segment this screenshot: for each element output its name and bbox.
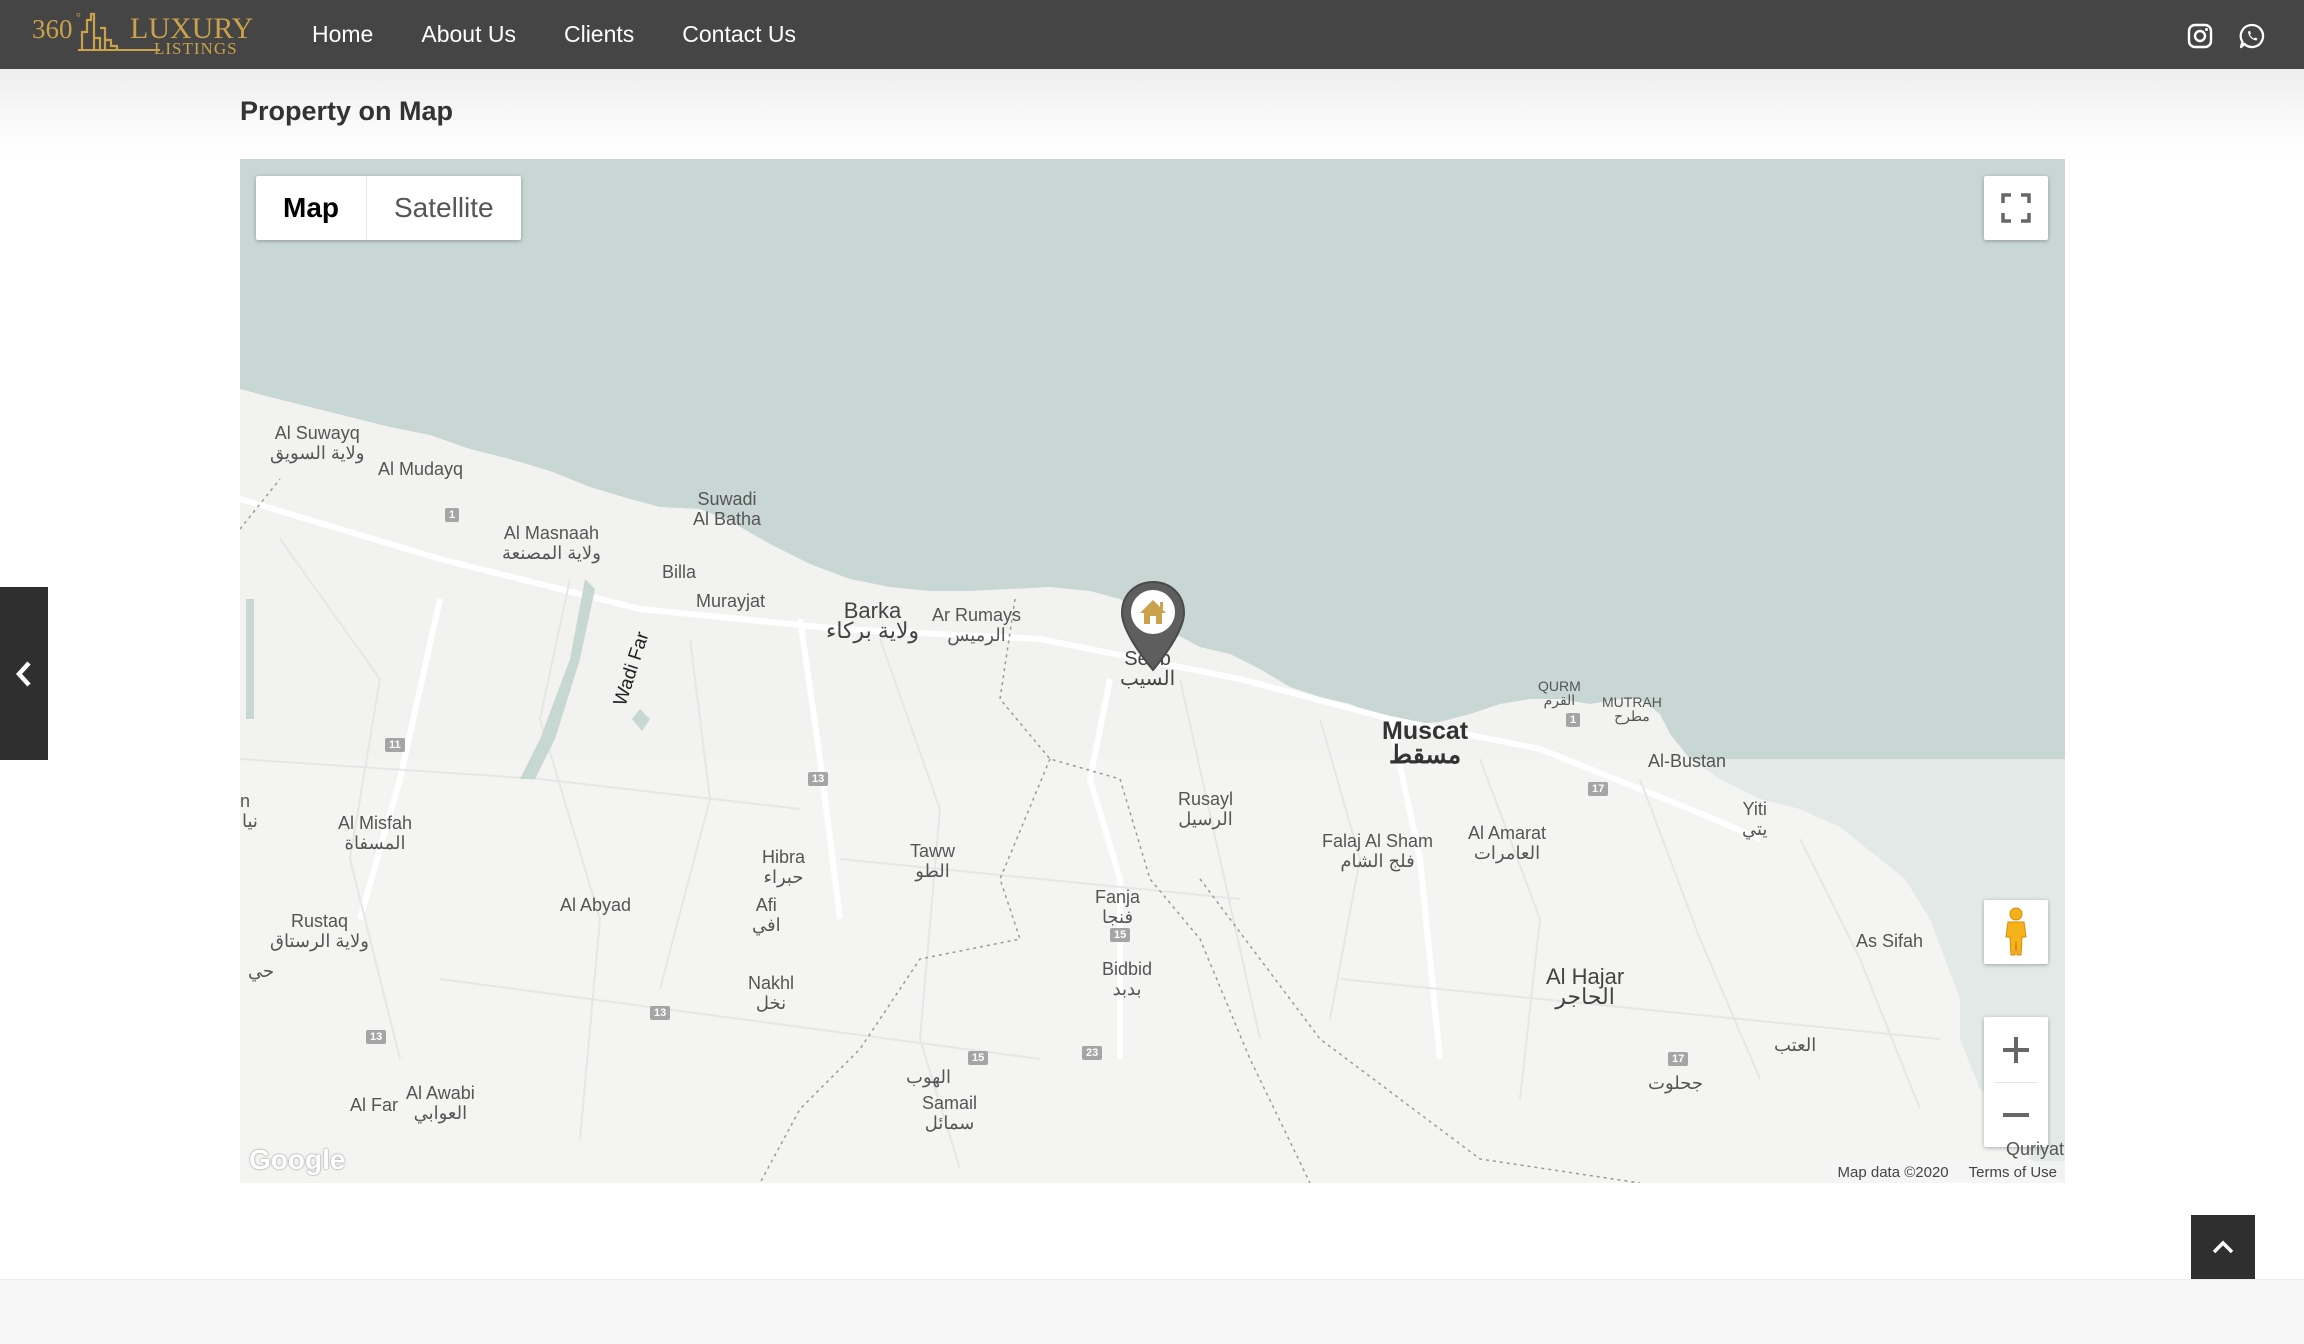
road-shield: 17 xyxy=(1588,782,1609,796)
road-shield: 1 xyxy=(445,508,460,522)
map-type-map-button[interactable]: Map xyxy=(256,176,366,240)
zoom-control xyxy=(1984,1017,2048,1147)
map-label: Barka ولاية بركاء xyxy=(826,598,919,643)
terms-of-use-link[interactable]: Terms of Use xyxy=(1969,1164,2057,1181)
map-label: Suwadi Al Batha xyxy=(693,489,762,529)
street-view-button[interactable] xyxy=(1984,900,2048,964)
map-label: Quriyat xyxy=(2006,1139,2065,1159)
map-label: Rusayl الرسيل xyxy=(1178,789,1234,829)
minus-icon xyxy=(2003,1112,2029,1117)
map-label: Billa xyxy=(662,562,697,582)
plus-icon xyxy=(2003,1036,2029,1063)
chevron-up-icon xyxy=(2212,1240,2234,1254)
road-shield: 13 xyxy=(366,1030,387,1044)
map-type-control: Map Satellite xyxy=(256,176,521,240)
map-label: العتب xyxy=(1774,1035,1817,1055)
property-map[interactable]: Map Satellite Al Suwayq ولاية السويق Al M… xyxy=(240,159,2065,1183)
map-label: n xyxy=(240,791,251,811)
map-label: Nakhl نخل xyxy=(748,973,795,1013)
map-label: جحلوت xyxy=(1648,1073,1703,1093)
map-label: Al Far xyxy=(350,1095,399,1115)
zoom-in-button[interactable] xyxy=(1984,1018,2048,1082)
page-title: Property on Map xyxy=(240,96,454,126)
map-label: الهوب xyxy=(906,1067,952,1087)
map-label: Al Mudayq xyxy=(378,459,464,479)
map-label: Al Hajar الحاجر xyxy=(1546,964,1625,1009)
site-logo[interactable]: 360 ° LUXURY LISTINGS xyxy=(32,8,253,60)
footer xyxy=(0,1279,2304,1344)
instagram-icon[interactable] xyxy=(2186,22,2214,50)
logo-brand-bottom: LISTINGS xyxy=(154,39,238,58)
map-label: Falaj Al Sham فلج الشام xyxy=(1322,831,1434,871)
property-marker[interactable] xyxy=(1118,580,1188,672)
road-shield: 23 xyxy=(1082,1046,1103,1060)
map-label: Al Awabi العوابي xyxy=(406,1083,475,1123)
road-shield: 15 xyxy=(968,1051,989,1065)
nav-home[interactable]: Home xyxy=(312,21,373,48)
map-label: Al Amarat العامرات xyxy=(1468,823,1547,863)
map-label: Al Masnaah ولاية المصنعة xyxy=(502,523,601,563)
road-shield: 13 xyxy=(650,1006,671,1020)
map-label: MUTRAH مطرح xyxy=(1602,694,1662,724)
social-links xyxy=(2186,22,2266,50)
map-label: Al Misfah المسفاة xyxy=(338,813,413,853)
road-shield: 17 xyxy=(1668,1052,1689,1066)
map-label: Al-Bustan xyxy=(1648,751,1727,771)
map-label: Murayjat xyxy=(696,591,766,611)
map-label: As Sifah xyxy=(1856,931,1924,951)
road-shield: 15 xyxy=(1110,928,1131,942)
pegman-icon xyxy=(2005,907,2027,956)
map-label: Al Abyad xyxy=(560,895,632,915)
map-data-text: Map data ©2020 xyxy=(1837,1163,1949,1181)
logo-number: 360 xyxy=(32,14,73,44)
map-label: Yiti يتي xyxy=(1742,799,1768,839)
map-label: Samail سمائل xyxy=(922,1093,978,1133)
map-label: QURM القرم xyxy=(1538,678,1581,708)
google-logo[interactable]: Google xyxy=(249,1144,345,1176)
zoom-out-button[interactable] xyxy=(1984,1083,2048,1147)
road-shield: 11 xyxy=(385,738,405,752)
chevron-left-icon xyxy=(15,660,31,687)
map-label: Fanja فنجا xyxy=(1095,887,1141,927)
map-pin-icon xyxy=(1120,580,1186,672)
fullscreen-icon xyxy=(2001,193,2031,223)
map-label: Ar Rumays الرميس xyxy=(932,605,1022,645)
top-navbar: 360 ° LUXURY LISTINGS Home About Us Clie… xyxy=(0,0,2304,69)
map-label: Bidbid بدبد xyxy=(1102,959,1153,999)
map-type-satellite-button[interactable]: Satellite xyxy=(366,176,521,240)
map-label: Hibra حبراء xyxy=(762,847,806,887)
nav-contact-us[interactable]: Contact Us xyxy=(682,21,796,48)
main-nav: Home About Us Clients Contact Us xyxy=(312,0,844,69)
map-label: نيا xyxy=(242,811,258,831)
road-shield: 13 xyxy=(808,772,829,786)
map-label: حي xyxy=(248,961,275,981)
map-label: Rustaq ولاية الرستاق xyxy=(270,911,369,951)
whatsapp-icon[interactable] xyxy=(2238,22,2266,50)
map-label: Muscat مسقط xyxy=(1382,717,1469,769)
side-panel-toggle[interactable] xyxy=(0,587,48,760)
map-label: Taww الطو xyxy=(910,841,956,881)
map-label: Afi افي xyxy=(752,895,781,935)
back-to-top-button[interactable] xyxy=(2191,1215,2255,1279)
map-attribution: Map data ©2020 Terms of Use xyxy=(1829,1161,2065,1183)
fullscreen-button[interactable] xyxy=(1984,176,2048,240)
nav-about-us[interactable]: About Us xyxy=(421,21,516,48)
map-label: Al Suwayq ولاية السويق xyxy=(270,423,365,463)
road-shield: 1 xyxy=(1566,713,1581,727)
nav-clients[interactable]: Clients xyxy=(564,21,634,48)
